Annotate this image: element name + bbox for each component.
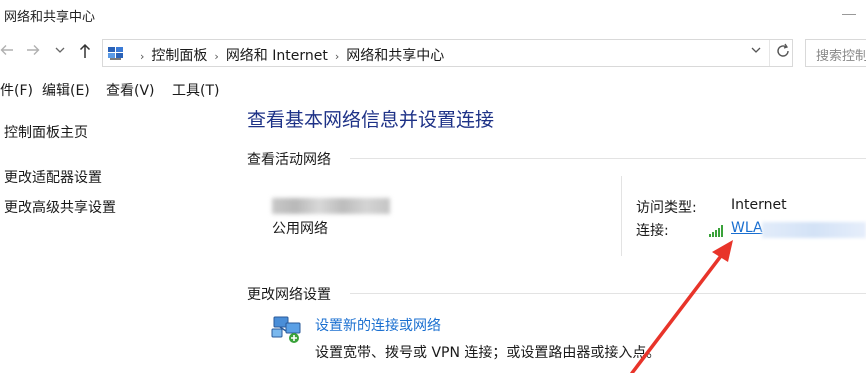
connection-link[interactable]: WLA (731, 220, 763, 236)
network-name-redacted (272, 198, 390, 214)
setup-connection-description: 设置宽带、拨号或 VPN 连接；或设置路由器或接入点。 (315, 345, 661, 361)
change-settings-heading: 更改网络设置 (247, 287, 331, 303)
back-button[interactable] (0, 43, 14, 61)
wifi-signal-icon (709, 225, 723, 237)
up-button[interactable] (78, 43, 92, 63)
menu-edit[interactable]: 编辑(E) (42, 80, 90, 100)
section-divider (350, 293, 866, 294)
breadcrumb: › 控制面板 › 网络和 Internet › 网络和共享中心 (133, 45, 444, 65)
breadcrumb-separator-icon: › (334, 50, 340, 63)
address-dropdown-button[interactable] (751, 44, 761, 58)
sidebar-item-advanced-sharing[interactable]: 更改高级共享设置 (4, 197, 116, 217)
address-bar[interactable]: › 控制面板 › 网络和 Internet › 网络和共享中心 (102, 39, 793, 67)
refresh-icon (777, 43, 789, 57)
minimize-button[interactable] (842, 14, 856, 15)
arrow-left-icon (0, 45, 13, 55)
search-box[interactable]: 搜索控制 (805, 39, 866, 67)
setup-connection-link[interactable]: 设置新的连接或网络 (315, 315, 441, 335)
breadcrumb-network-sharing[interactable]: 网络和共享中心 (346, 48, 444, 64)
sidebar-item-adapter-settings[interactable]: 更改适配器设置 (4, 167, 102, 187)
chevron-down-icon (55, 47, 65, 53)
access-type-value: Internet (731, 197, 787, 213)
menu-bar: 件(F) 编辑(E) 查看(V) 工具(T) (0, 76, 866, 102)
menu-file[interactable]: 件(F) (0, 80, 33, 100)
active-networks-heading: 查看活动网络 (247, 152, 331, 168)
menu-tools[interactable]: 工具(T) (172, 80, 219, 100)
breadcrumb-separator-icon: › (214, 50, 219, 63)
breadcrumb-control-panel[interactable]: 控制面板 (151, 48, 207, 64)
title-bar: 网络和共享中心 (0, 0, 866, 32)
chevron-down-icon (751, 47, 761, 53)
connection-label: 连接: (636, 223, 669, 239)
control-panel-icon (108, 47, 123, 60)
page-title: 查看基本网络信息并设置连接 (247, 109, 495, 131)
arrow-right-icon (27, 45, 40, 55)
recent-locations-button[interactable] (55, 43, 65, 61)
access-type-label: 访问类型: (636, 200, 697, 216)
connection-name-redacted (762, 222, 866, 238)
navigation-bar: › 控制面板 › 网络和 Internet › 网络和共享中心 搜索控制 (0, 32, 866, 74)
breadcrumb-network-internet[interactable]: 网络和 Internet (226, 48, 328, 64)
arrow-up-icon (79, 43, 91, 58)
refresh-button[interactable] (775, 42, 791, 64)
menu-view[interactable]: 查看(V) (106, 80, 155, 100)
section-divider (350, 158, 866, 159)
search-placeholder: 搜索控制 (816, 49, 866, 64)
address-divider (769, 40, 770, 66)
breadcrumb-separator-icon: › (140, 50, 145, 63)
network-type: 公用网络 (272, 221, 328, 237)
vertical-divider (621, 176, 622, 256)
window-title: 网络和共享中心 (4, 10, 96, 25)
forward-button[interactable] (26, 43, 40, 61)
network-setup-icon (271, 316, 301, 343)
sidebar-item-control-panel-home[interactable]: 控制面板主页 (4, 122, 88, 142)
